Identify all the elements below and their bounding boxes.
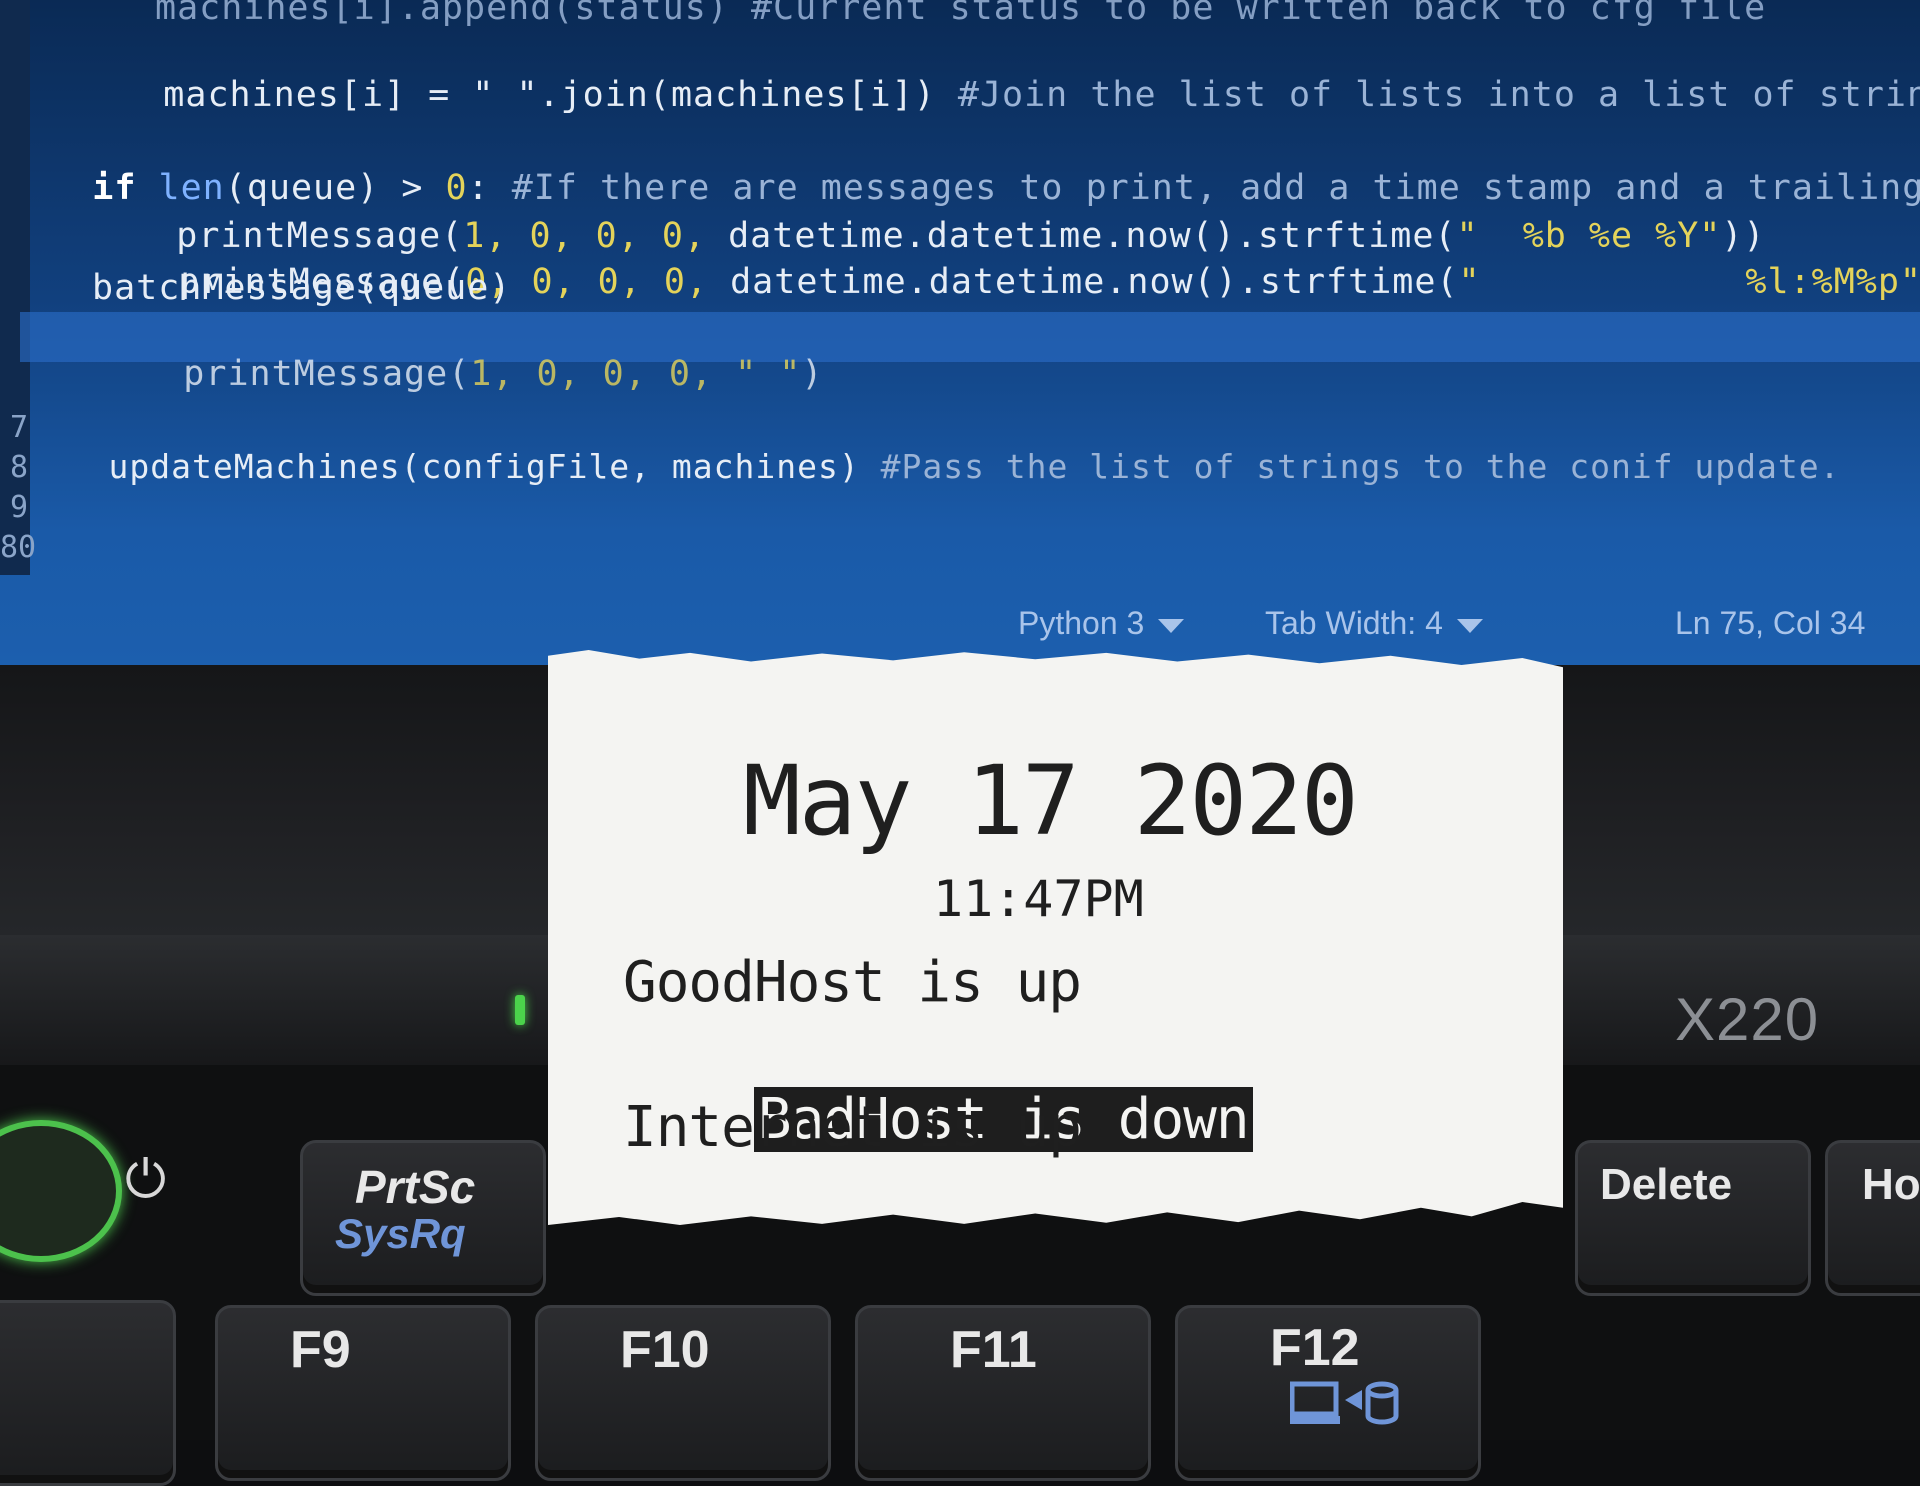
- f10-key-label: F10: [620, 1321, 710, 1379]
- printed-receipt: May 17 2020 11:47PM GoodHost is up BadHo…: [548, 650, 1563, 1225]
- receipt-status-line: GoodHost is up: [623, 950, 1082, 1015]
- sysrq-key-label: SysRq: [335, 1210, 466, 1257]
- tab-width-selector[interactable]: Tab Width: 4: [1265, 605, 1483, 642]
- status-led-icon: [515, 995, 525, 1025]
- home-key-label: Ho: [1862, 1160, 1920, 1209]
- receipt-date: May 17 2020: [743, 745, 1359, 857]
- line-number: 7: [9, 410, 28, 445]
- function-key[interactable]: [0, 1300, 176, 1486]
- code-line[interactable]: machines[i].append(status) #Current stat…: [155, 0, 1766, 28]
- code-line[interactable]: batchMessage(queue): [92, 268, 511, 308]
- laptop-model-label: X220: [1675, 986, 1820, 1053]
- line-number: 9: [9, 490, 28, 525]
- f12-key-label: F12: [1270, 1319, 1360, 1377]
- code-line[interactable]: updateMachines(configFile, machines) #Pa…: [25, 408, 1841, 525]
- line-number: 80: [0, 530, 37, 565]
- chevron-down-icon: [1456, 618, 1483, 633]
- receipt-time: 11:47PM: [933, 870, 1144, 928]
- prtsc-key-label: PrtSc: [355, 1161, 476, 1213]
- editor-status-bar: Python 3 Tab Width: 4 Ln 75, Col 34: [0, 595, 1920, 655]
- delete-key-label: Delete: [1600, 1160, 1733, 1209]
- line-number: 8: [9, 450, 28, 485]
- chevron-down-icon: [1158, 618, 1185, 633]
- code-editor-screen: 7 8 9 80 machines[i].append(status) #Cur…: [0, 0, 1920, 665]
- cursor-position: Ln 75, Col 34: [1675, 605, 1866, 641]
- f9-key[interactable]: [215, 1305, 511, 1481]
- receipt-status-line: Internet is up: [623, 1095, 1082, 1160]
- power-icon: ⏻: [125, 1150, 167, 1210]
- f11-key-label: F11: [950, 1321, 1037, 1379]
- f9-key-label: F9: [290, 1321, 351, 1379]
- display-switch-icon: [1289, 1378, 1400, 1428]
- language-selector[interactable]: Python 3: [1018, 605, 1185, 642]
